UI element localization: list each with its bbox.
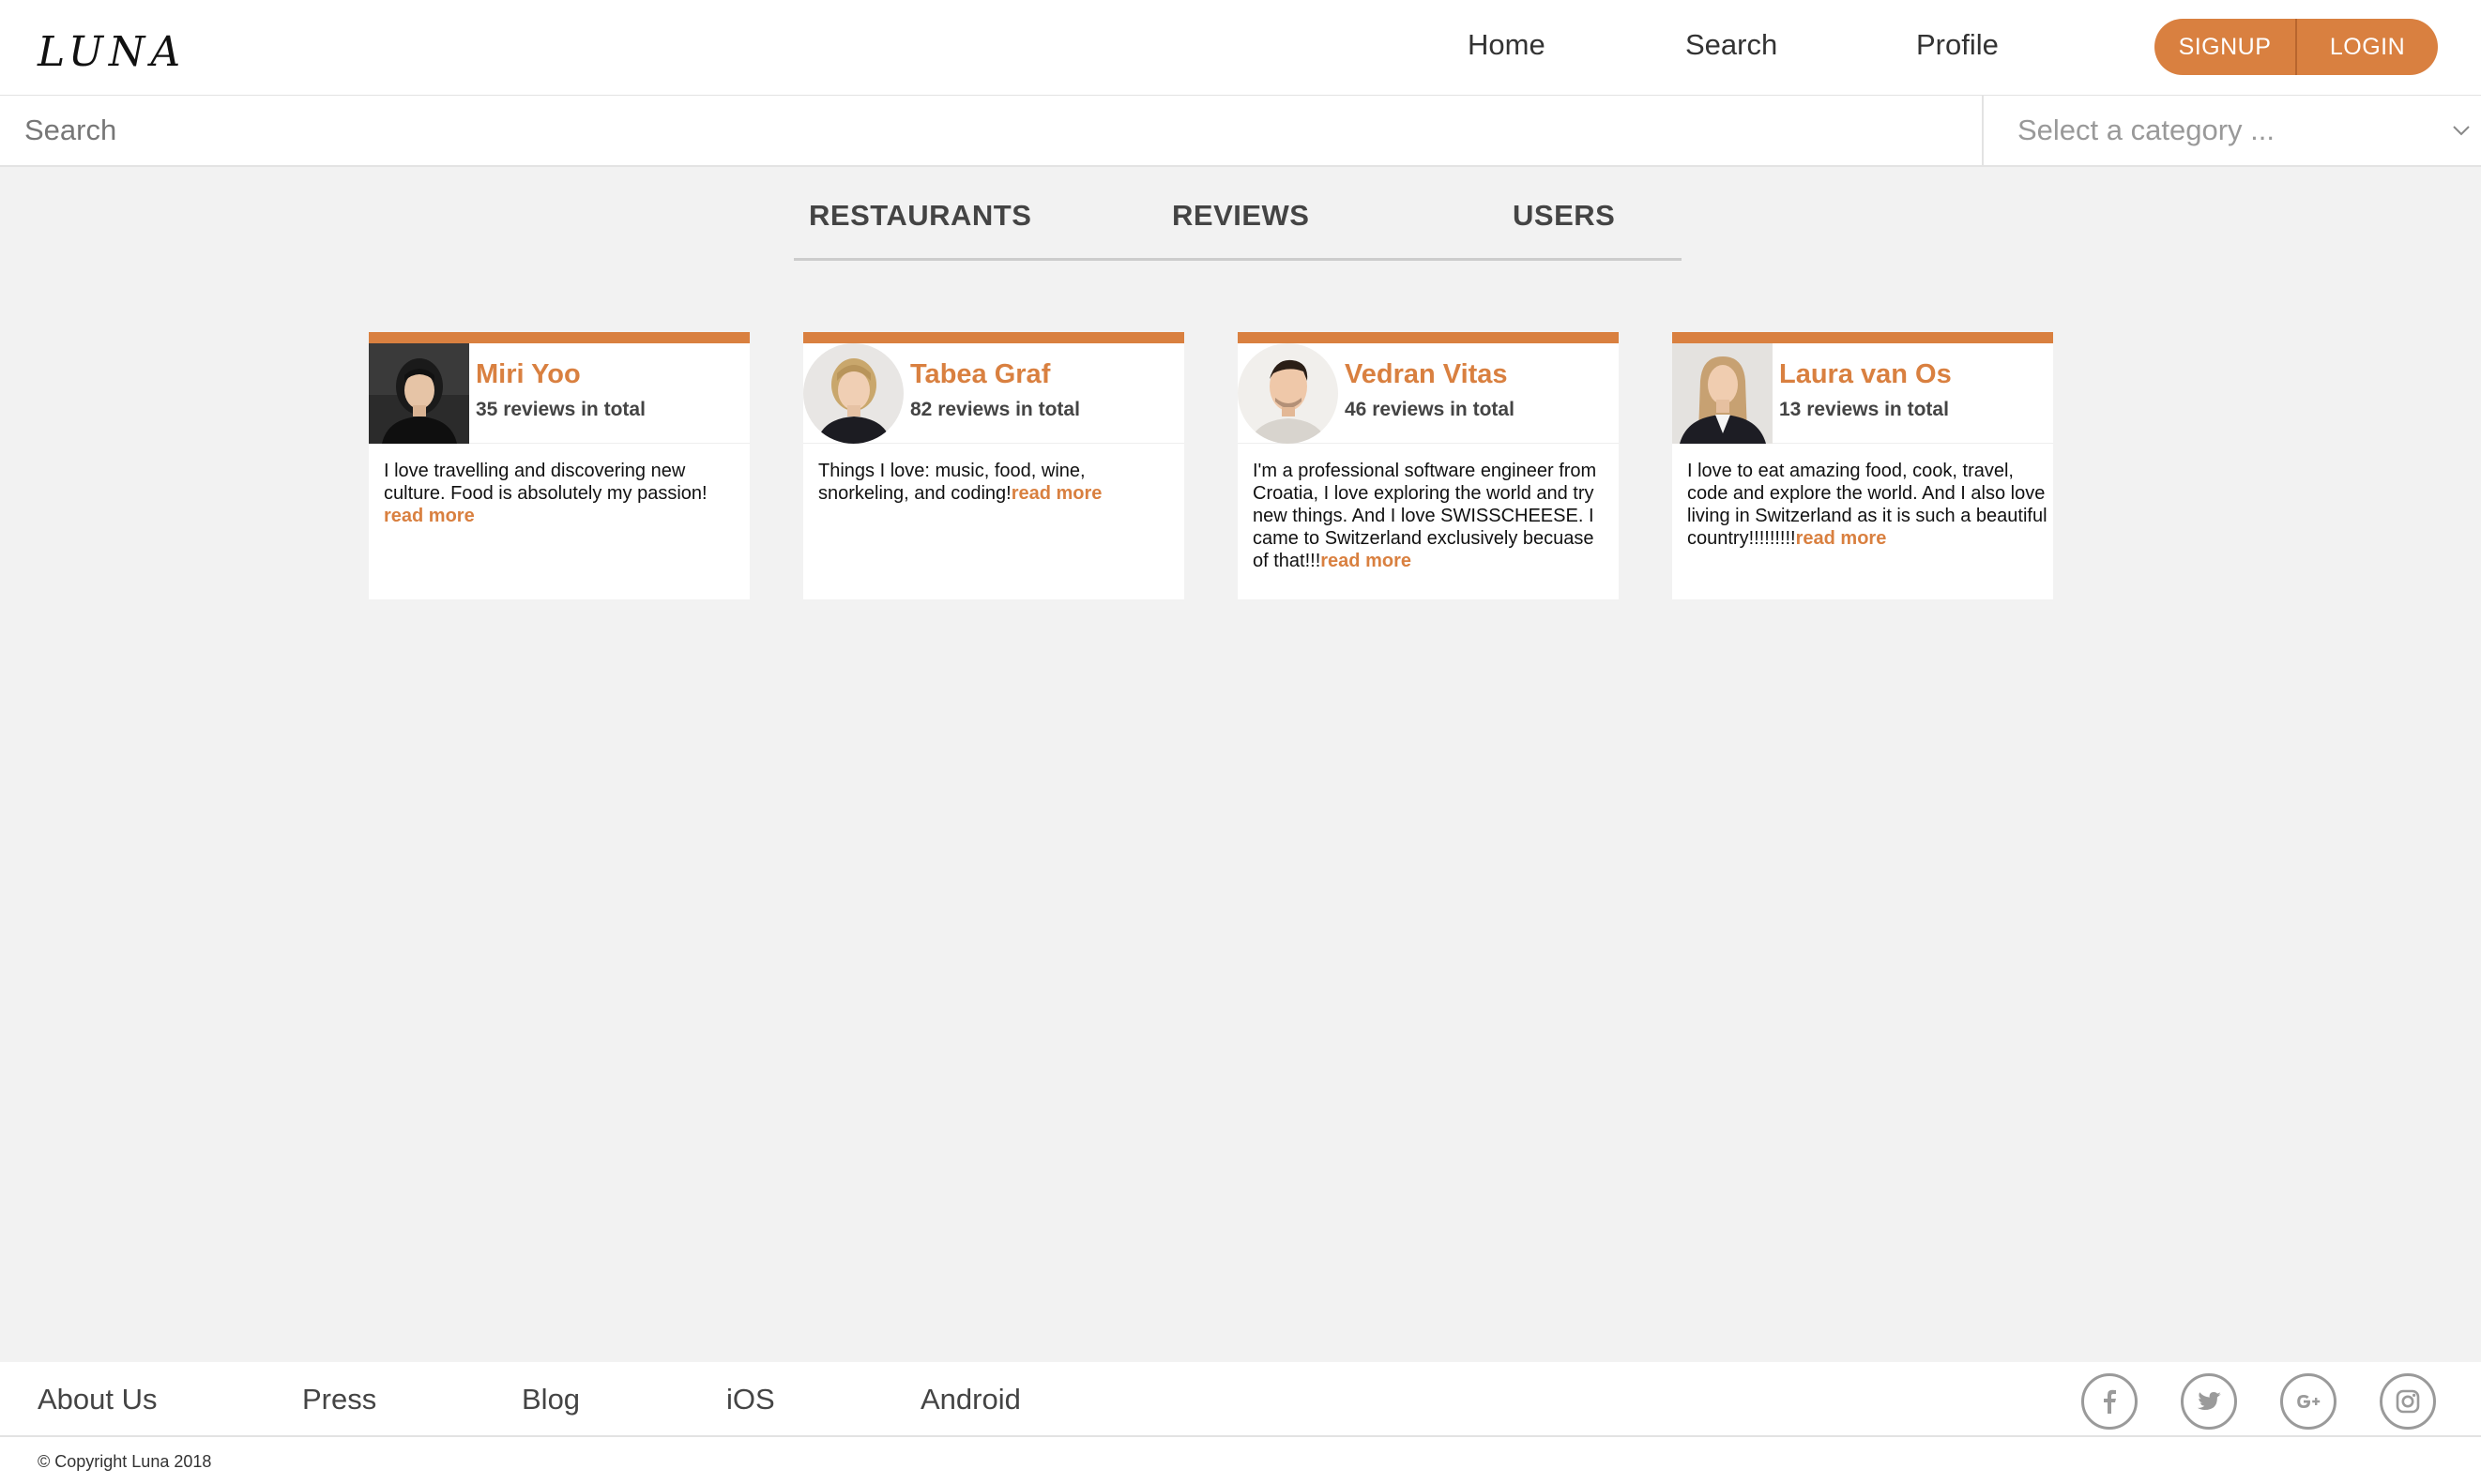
woman-dark-hair-portrait-icon (369, 343, 469, 444)
user-card-header: Laura van Os 13 reviews in total (1672, 343, 2053, 444)
user-card[interactable]: Tabea Graf 82 reviews in total Things I … (803, 332, 1184, 599)
login-button[interactable]: LOGIN (2297, 19, 2438, 75)
avatar (1672, 343, 1773, 444)
google-plus-icon[interactable] (2280, 1373, 2336, 1430)
user-bio-text: I love travelling and discovering new cu… (384, 461, 708, 504)
user-name[interactable]: Vedran Vitas (1345, 359, 1508, 390)
search-bar: Select a category ... (0, 96, 2481, 167)
user-bio: I love travelling and discovering new cu… (384, 460, 744, 527)
twitter-icon[interactable] (2181, 1373, 2237, 1430)
search-input[interactable] (0, 96, 1982, 165)
signup-button[interactable]: SIGNUP (2154, 19, 2295, 75)
user-card[interactable]: Vedran Vitas 46 reviews in total I'm a p… (1238, 332, 1619, 599)
footer-link-ios[interactable]: iOS (726, 1383, 775, 1416)
read-more-link[interactable]: read more (1012, 483, 1103, 504)
read-more-link[interactable]: read more (1320, 551, 1411, 571)
category-select-placeholder: Select a category ... (2017, 114, 2275, 146)
footer-link-about[interactable]: About Us (38, 1383, 158, 1416)
user-name[interactable]: Miri Yoo (476, 359, 581, 390)
user-bio-text: I'm a professional software engineer fro… (1253, 461, 1597, 571)
nav-home-link[interactable]: Home (1468, 28, 1545, 62)
woman-blonde-portrait-icon (803, 343, 904, 444)
instagram-icon[interactable] (2380, 1373, 2436, 1430)
user-review-count: 46 reviews in total (1345, 399, 1514, 420)
user-name[interactable]: Laura van Os (1779, 359, 1952, 390)
category-select[interactable]: Select a category ... (1982, 96, 2481, 165)
footer-links: About Us Press Blog iOS Android (0, 1362, 2481, 1437)
user-card[interactable]: Laura van Os 13 reviews in total I love … (1672, 332, 2053, 599)
user-review-count: 35 reviews in total (476, 399, 646, 420)
top-navbar: LUNA Home Search Profile SIGNUP LOGIN (0, 0, 2481, 96)
man-dark-hair-portrait-icon (1238, 343, 1338, 444)
read-more-link[interactable]: read more (384, 506, 475, 526)
facebook-icon[interactable] (2081, 1373, 2138, 1430)
user-bio: I'm a professional software engineer fro… (1253, 460, 1613, 572)
woman-long-blonde-hair-portrait-icon (1672, 343, 1773, 444)
avatar (803, 343, 904, 444)
user-review-count: 82 reviews in total (910, 399, 1080, 420)
user-name[interactable]: Tabea Graf (910, 359, 1050, 390)
chevron-down-icon (2453, 126, 2470, 136)
user-bio: I love to eat amazing food, cook, travel… (1687, 460, 2047, 550)
footer-link-android[interactable]: Android (921, 1383, 1021, 1416)
user-card-header: Tabea Graf 82 reviews in total (803, 343, 1184, 444)
tab-users[interactable]: USERS (1513, 199, 1615, 233)
user-review-count: 13 reviews in total (1779, 399, 1949, 420)
copyright-text: © Copyright Luna 2018 (38, 1452, 212, 1471)
user-bio: Things I love: music, food, wine, snorke… (818, 460, 1179, 505)
auth-button-group: SIGNUP LOGIN (2154, 19, 2438, 75)
nav-profile-link[interactable]: Profile (1916, 28, 1999, 62)
footer: About Us Press Blog iOS Android © Copyri… (0, 1362, 2481, 1484)
tab-restaurants[interactable]: RESTAURANTS (809, 199, 1031, 233)
avatar (369, 343, 469, 444)
read-more-link[interactable]: read more (1796, 528, 1887, 549)
user-card-header: Miri Yoo 35 reviews in total (369, 343, 750, 444)
footer-link-blog[interactable]: Blog (522, 1383, 580, 1416)
category-tabs: RESTAURANTS REVIEWS USERS (794, 188, 1682, 261)
tab-reviews[interactable]: REVIEWS (1172, 199, 1309, 233)
user-card[interactable]: Miri Yoo 35 reviews in total I love trav… (369, 332, 750, 599)
nav-search-link[interactable]: Search (1685, 28, 1777, 62)
avatar (1238, 343, 1338, 444)
footer-link-press[interactable]: Press (302, 1383, 376, 1416)
user-card-header: Vedran Vitas 46 reviews in total (1238, 343, 1619, 444)
luna-logo[interactable]: LUNA (38, 28, 186, 76)
